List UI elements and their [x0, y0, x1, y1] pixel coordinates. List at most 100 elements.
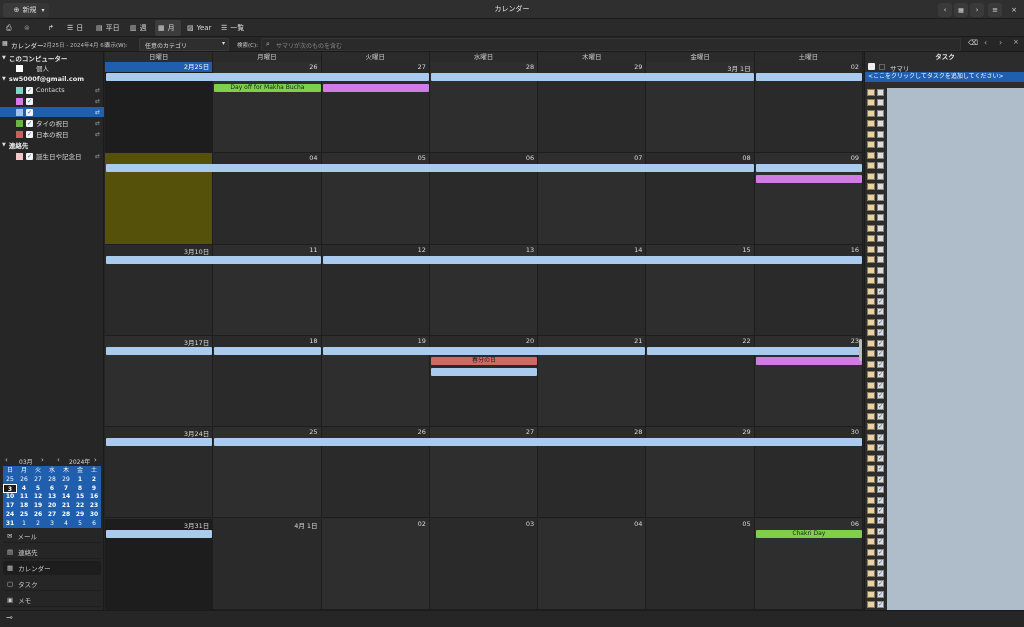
task-checkbox[interactable]: ✓ — [877, 339, 884, 347]
event-bar[interactable] — [755, 174, 862, 183]
mini-day[interactable]: 26 — [31, 510, 45, 519]
task-row[interactable] — [865, 88, 887, 98]
add-task-row[interactable]: <ここをクリックしてタスクを追加してください> — [865, 72, 1024, 82]
task-row[interactable]: ✓ — [865, 360, 887, 370]
task-checkbox[interactable] — [877, 203, 884, 211]
task-row[interactable]: ✓ — [865, 328, 887, 338]
mini-day[interactable]: 3 — [3, 483, 17, 493]
task-checkbox[interactable] — [877, 224, 884, 232]
mini-day[interactable]: 14 — [59, 492, 73, 501]
event-bar[interactable] — [647, 346, 862, 355]
task-row[interactable] — [865, 213, 887, 223]
task-checkbox[interactable]: ✓ — [877, 559, 884, 567]
mini-day[interactable]: 7 — [59, 484, 73, 493]
task-row[interactable]: ✓ — [865, 496, 887, 506]
task-row[interactable]: ✓ — [865, 402, 887, 412]
mini-day[interactable]: 27 — [31, 475, 45, 484]
task-checkbox[interactable]: ✓ — [877, 454, 884, 462]
task-checkbox[interactable]: ✓ — [877, 507, 884, 514]
task-row[interactable]: ✓ — [865, 433, 887, 443]
day-cell[interactable]: 02 — [321, 518, 430, 610]
task-row[interactable]: ✓ — [865, 391, 887, 401]
task-checkbox[interactable]: ✓ — [877, 318, 884, 326]
mini-day[interactable]: 21 — [59, 501, 73, 510]
event-bar[interactable]: Day off for Makha Bucha — [214, 83, 321, 92]
task-row[interactable]: ✓ — [865, 349, 887, 359]
calendar-scrollbar[interactable] — [859, 339, 862, 361]
group-header-contacts[interactable]: ▼ 連絡先 — [0, 140, 104, 150]
task-checkbox[interactable] — [877, 172, 884, 180]
task-row[interactable] — [865, 276, 887, 286]
checkbox[interactable]: ✓ — [26, 108, 33, 116]
mini-day[interactable]: 28 — [59, 510, 73, 519]
task-row[interactable]: ✓ — [865, 370, 887, 380]
task-checkbox[interactable]: ✓ — [877, 329, 884, 337]
mini-day[interactable]: 16 — [87, 492, 101, 501]
delete-button[interactable]: ⊗ — [21, 20, 33, 36]
day-cell[interactable]: 05 — [646, 518, 755, 610]
mini-day[interactable]: 3 — [45, 519, 59, 528]
task-row[interactable] — [865, 130, 887, 140]
day-cell[interactable]: 04 — [538, 518, 647, 610]
mini-day[interactable]: 23 — [87, 501, 101, 510]
view-week-button[interactable]: ▥ 週 — [127, 20, 150, 36]
task-checkbox[interactable]: ✓ — [877, 548, 884, 556]
mini-prev-month-icon[interactable]: ‹ — [5, 456, 8, 464]
task-row[interactable] — [865, 266, 887, 276]
task-row[interactable] — [865, 140, 887, 150]
task-checkbox[interactable] — [877, 277, 884, 285]
task-checkbox[interactable]: ✓ — [877, 601, 884, 609]
task-checkbox[interactable]: ✓ — [877, 475, 884, 483]
event-bar[interactable] — [214, 346, 321, 355]
checkbox[interactable] — [26, 65, 33, 72]
task-row[interactable]: ✓ — [865, 548, 887, 558]
event-bar[interactable] — [214, 438, 862, 447]
nav-tasks-button[interactable]: ▢ タスク — [3, 577, 101, 591]
task-row[interactable]: ✓ — [865, 516, 887, 526]
event-bar[interactable] — [106, 438, 213, 447]
group-header-local[interactable]: ▼ このコンピューター — [0, 53, 104, 63]
task-checkbox[interactable]: ✓ — [877, 381, 884, 389]
task-row[interactable] — [865, 98, 887, 108]
previous-button[interactable]: ‹ — [938, 3, 952, 17]
view-year-button[interactable]: ▨ Year — [184, 20, 214, 36]
task-row[interactable]: ✓ — [865, 422, 887, 432]
task-row[interactable]: ✓ — [865, 537, 887, 547]
mini-day[interactable]: 25 — [17, 510, 31, 519]
event-bar[interactable] — [755, 164, 862, 173]
task-checkbox[interactable]: ✓ — [877, 527, 884, 535]
task-checkbox[interactable] — [877, 256, 884, 264]
mini-day[interactable]: 29 — [59, 475, 73, 484]
task-row[interactable]: ✓ — [865, 287, 887, 297]
mini-day[interactable]: 2 — [31, 519, 45, 528]
mini-day[interactable]: 1 — [17, 519, 31, 528]
task-row[interactable]: ✓ — [865, 454, 887, 464]
calendar-item-contacts[interactable]: ✓ Contacts ⇄ — [0, 85, 104, 95]
mini-day[interactable]: 28 — [45, 475, 59, 484]
online-status-icon[interactable]: ⊸ — [6, 613, 13, 622]
event-bar[interactable] — [106, 529, 213, 538]
task-checkbox[interactable]: ✓ — [877, 486, 884, 494]
task-row[interactable]: ✓ — [865, 381, 887, 391]
menu-button[interactable]: ≡ — [988, 3, 1002, 17]
task-row[interactable]: ✓ — [865, 412, 887, 422]
task-row[interactable]: ✓ — [865, 590, 887, 600]
task-row[interactable] — [865, 161, 887, 171]
task-checkbox[interactable]: ✓ — [877, 360, 884, 368]
next-button[interactable]: › — [970, 3, 984, 17]
task-checkbox[interactable]: ✓ — [877, 308, 884, 316]
task-row[interactable] — [865, 245, 887, 255]
task-row[interactable]: ✓ — [865, 506, 887, 516]
task-checkbox[interactable] — [877, 162, 884, 170]
calendar-item-personal[interactable]: 個人 — [0, 63, 104, 73]
checkbox[interactable]: ✓ — [26, 152, 33, 160]
close-search-icon[interactable]: × — [1013, 38, 1019, 46]
task-checkbox[interactable]: ✓ — [877, 350, 884, 358]
event-bar[interactable] — [755, 73, 862, 81]
nav-mail-button[interactable]: ✉ メール — [3, 529, 101, 543]
mini-day[interactable]: 12 — [31, 492, 45, 501]
task-row[interactable]: ✓ — [865, 527, 887, 537]
task-checkbox[interactable] — [877, 235, 884, 243]
mini-day[interactable]: 30 — [87, 510, 101, 519]
task-row[interactable]: ✓ — [865, 558, 887, 568]
